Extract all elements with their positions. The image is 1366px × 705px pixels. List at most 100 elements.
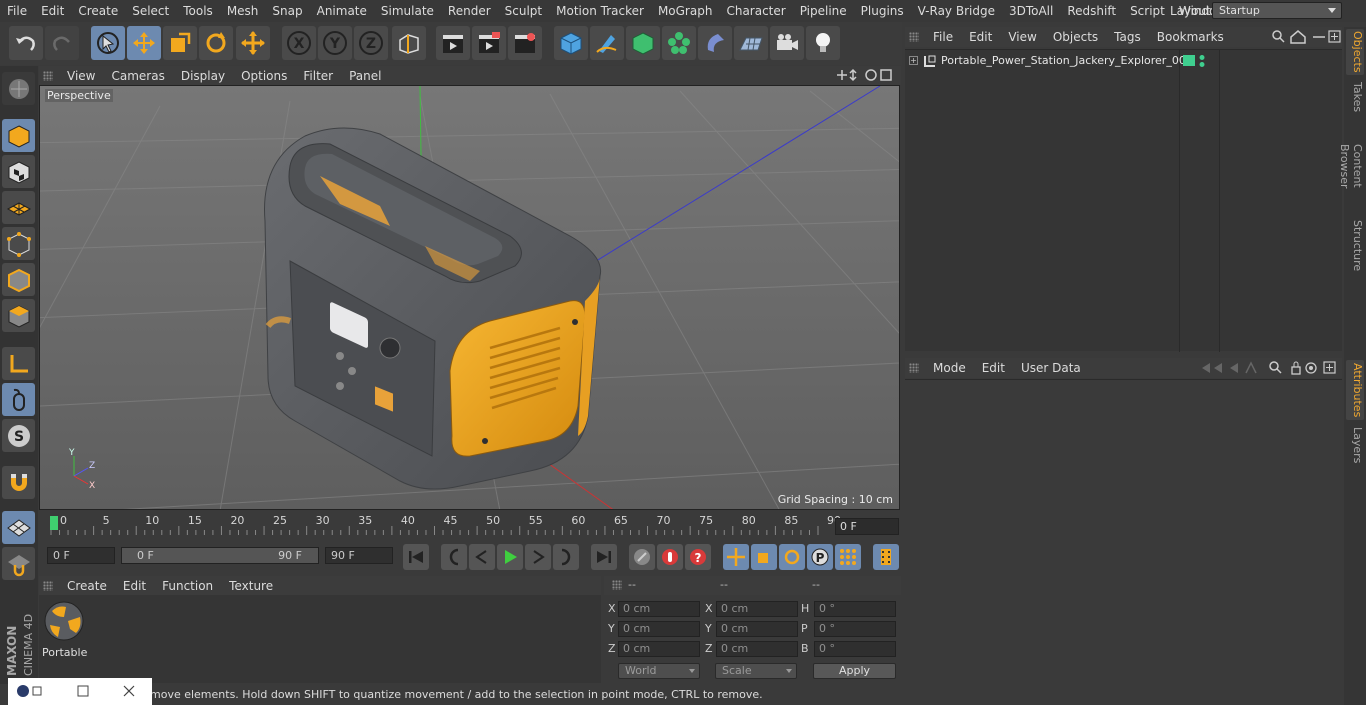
coord-position-field[interactable]: 0 cm bbox=[618, 621, 700, 637]
menu-item-plugins[interactable]: Plugins bbox=[854, 4, 911, 18]
material-menu-function[interactable]: Function bbox=[154, 579, 221, 593]
menu-item-motion-tracker[interactable]: Motion Tracker bbox=[549, 4, 651, 18]
preview-range-slider[interactable]: 0 F 90 F bbox=[121, 547, 319, 564]
render-dots-icon[interactable] bbox=[1198, 54, 1206, 68]
attribute-menu-edit[interactable]: Edit bbox=[974, 361, 1013, 375]
menu-item-v-ray-bridge[interactable]: V-Ray Bridge bbox=[911, 4, 1002, 18]
enable-grid-snap-button[interactable] bbox=[2, 511, 35, 544]
material-menu-edit[interactable]: Edit bbox=[115, 579, 154, 593]
playhead[interactable] bbox=[50, 516, 58, 530]
tab-structure[interactable]: Structure bbox=[1346, 219, 1364, 273]
object-menu-objects[interactable]: Objects bbox=[1045, 30, 1106, 44]
render-settings-button[interactable] bbox=[508, 26, 542, 60]
tab-content-browser[interactable]: Content Browser bbox=[1338, 121, 1364, 211]
minimized-window[interactable] bbox=[8, 678, 152, 705]
menu-item-create[interactable]: Create bbox=[71, 4, 125, 18]
tab-layers[interactable]: Layers bbox=[1346, 425, 1364, 465]
redo-button[interactable] bbox=[45, 26, 79, 60]
render-view-button[interactable] bbox=[436, 26, 470, 60]
coord-rotation-field[interactable]: 0 ° bbox=[814, 601, 896, 617]
add-camera-button[interactable] bbox=[770, 26, 804, 60]
rotate-tool-button[interactable] bbox=[199, 26, 233, 60]
menu-item-mesh[interactable]: Mesh bbox=[220, 4, 266, 18]
points-mode-button[interactable] bbox=[2, 227, 35, 260]
add-mograph-button[interactable] bbox=[662, 26, 696, 60]
menu-item-file[interactable]: File bbox=[0, 4, 34, 18]
viewport-menu-cameras[interactable]: Cameras bbox=[103, 69, 172, 83]
viewport-menu-options[interactable]: Options bbox=[233, 69, 295, 83]
viewport-menu-view[interactable]: View bbox=[59, 69, 103, 83]
snap-button[interactable] bbox=[2, 466, 35, 499]
scale-tool-button[interactable] bbox=[163, 26, 197, 60]
model-mode-button[interactable] bbox=[2, 119, 35, 152]
expand-icon[interactable]: + bbox=[909, 56, 918, 65]
live-selection-button[interactable] bbox=[91, 26, 125, 60]
object-menu-tags[interactable]: Tags bbox=[1106, 30, 1149, 44]
layout-select[interactable]: Startup bbox=[1212, 2, 1342, 19]
menu-item-edit[interactable]: Edit bbox=[34, 4, 71, 18]
attribute-menu-user-data[interactable]: User Data bbox=[1013, 361, 1089, 375]
key-scale-button[interactable] bbox=[751, 544, 777, 570]
viewport-menu-display[interactable]: Display bbox=[173, 69, 233, 83]
attribute-menu-mode[interactable]: Mode bbox=[925, 361, 974, 375]
object-row[interactable]: + Portable_Power_Station_Jackery_Explore… bbox=[905, 52, 1342, 70]
menu-item-pipeline[interactable]: Pipeline bbox=[793, 4, 854, 18]
tab-takes[interactable]: Takes bbox=[1346, 79, 1364, 115]
undo-button[interactable] bbox=[9, 26, 43, 60]
record-keys-disabled-button[interactable] bbox=[629, 544, 655, 570]
object-menu-file[interactable]: File bbox=[925, 30, 961, 44]
world-dropdown[interactable]: World bbox=[618, 663, 700, 679]
add-subdivision-button[interactable] bbox=[626, 26, 660, 60]
perspective-viewport[interactable]: Perspective Y Z X Grid Spacing : 10 cm bbox=[39, 85, 900, 510]
transform-tool-button[interactable] bbox=[236, 26, 270, 60]
autokey-help-button[interactable]: ? bbox=[685, 544, 711, 570]
menu-item-animate[interactable]: Animate bbox=[310, 4, 374, 18]
tweak-mode-button[interactable] bbox=[2, 383, 35, 416]
next-key-button[interactable] bbox=[553, 544, 579, 570]
move-tool-button[interactable] bbox=[127, 26, 161, 60]
key-pla-button[interactable] bbox=[835, 544, 861, 570]
menu-item-character[interactable]: Character bbox=[719, 4, 792, 18]
tab-objects[interactable]: Objects bbox=[1346, 29, 1364, 75]
coord-rotation-field[interactable]: 0 ° bbox=[814, 621, 896, 637]
z-axis-lock-button[interactable]: Z bbox=[354, 26, 388, 60]
go-to-start-button[interactable] bbox=[403, 544, 429, 570]
visibility-icon[interactable] bbox=[1183, 55, 1195, 66]
object-menu-bookmarks[interactable]: Bookmarks bbox=[1149, 30, 1232, 44]
texture-mode-button[interactable] bbox=[2, 155, 35, 188]
menu-item-render[interactable]: Render bbox=[441, 4, 498, 18]
coord-size-field[interactable]: 0 cm bbox=[716, 601, 798, 617]
menu-item-script[interactable]: Script bbox=[1123, 4, 1172, 18]
menu-item-snap[interactable]: Snap bbox=[265, 4, 309, 18]
menu-item-select[interactable]: Select bbox=[125, 4, 176, 18]
add-deformer-button[interactable] bbox=[698, 26, 732, 60]
next-frame-button[interactable] bbox=[525, 544, 551, 570]
coord-rotation-field[interactable]: 0 ° bbox=[814, 641, 896, 657]
play-button[interactable] bbox=[497, 544, 523, 570]
menu-item-simulate[interactable]: Simulate bbox=[374, 4, 441, 18]
workplane-snap-button[interactable] bbox=[2, 547, 35, 580]
current-frame-field[interactable]: 0 F bbox=[835, 518, 899, 535]
solo-button[interactable]: S bbox=[2, 419, 35, 452]
object-menu-edit[interactable]: Edit bbox=[961, 30, 1000, 44]
timeline-ruler[interactable]: 0 5 10 15 20 25 30 35 40 45 50 55 60 65 70 75 80 85 90 bbox=[39, 511, 901, 535]
scale-dropdown[interactable]: Scale bbox=[715, 663, 797, 679]
key-parameter-button[interactable]: P bbox=[807, 544, 833, 570]
coord-position-field[interactable]: 0 cm bbox=[618, 601, 700, 617]
menu-item-redshift[interactable]: Redshift bbox=[1060, 4, 1123, 18]
key-position-button[interactable] bbox=[723, 544, 749, 570]
coord-position-field[interactable]: 0 cm bbox=[618, 641, 700, 657]
material-item[interactable]: Portable bbox=[42, 599, 87, 659]
timeline-window-button[interactable] bbox=[873, 544, 899, 570]
add-floor-button[interactable] bbox=[734, 26, 768, 60]
start-frame-field[interactable]: 0 F bbox=[47, 547, 115, 564]
coordinate-system-button[interactable] bbox=[392, 26, 426, 60]
key-rotation-button[interactable] bbox=[779, 544, 805, 570]
previous-key-button[interactable] bbox=[441, 544, 467, 570]
end-frame-field[interactable]: 90 F bbox=[325, 547, 393, 564]
previous-frame-button[interactable] bbox=[469, 544, 495, 570]
menu-item-mograph[interactable]: MoGraph bbox=[651, 4, 720, 18]
add-spline-button[interactable] bbox=[590, 26, 624, 60]
menu-item-sculpt[interactable]: Sculpt bbox=[498, 4, 549, 18]
menu-item-3dtoall[interactable]: 3DToAll bbox=[1002, 4, 1060, 18]
